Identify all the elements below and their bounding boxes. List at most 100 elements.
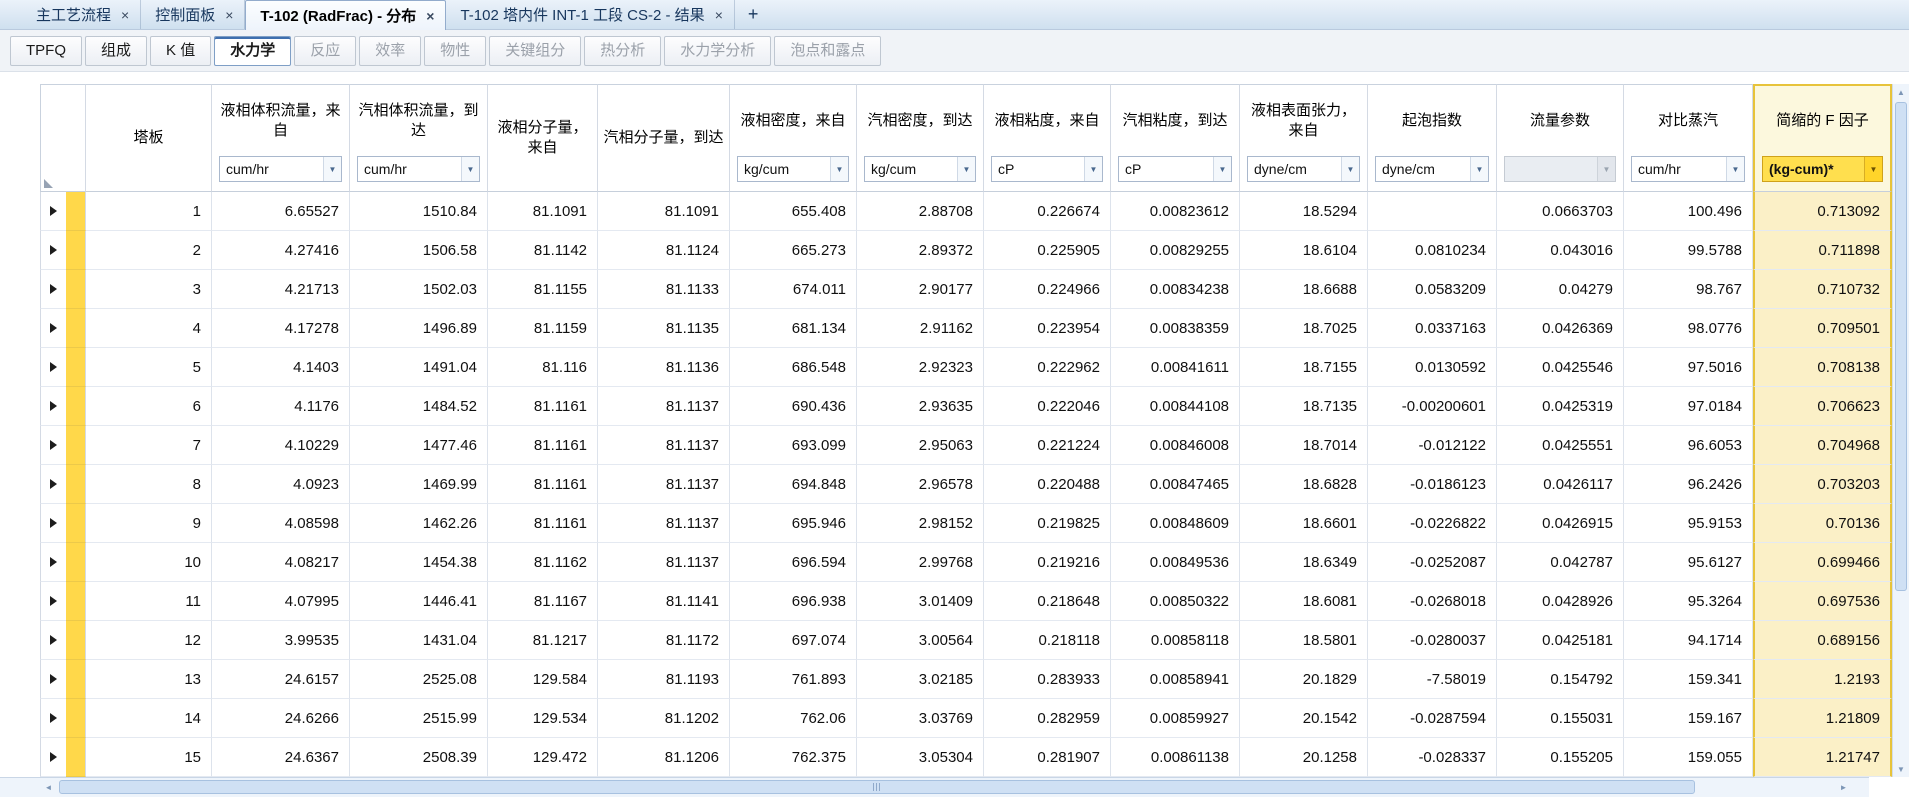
unit-combobox-vap_vol_flow[interactable]: cum/hr ▼: [357, 156, 480, 182]
cell-liq_mw[interactable]: 81.1155: [488, 270, 598, 309]
horizontal-scroll-track[interactable]: [57, 778, 1835, 797]
column-header-liq_density[interactable]: 液相密度，来自 kg/cum ▼: [730, 84, 857, 192]
cell-liq_vol_flow[interactable]: 4.17278: [212, 309, 350, 348]
cell-liq_density[interactable]: 690.436: [730, 387, 857, 426]
cell-surface_tension[interactable]: 18.6688: [1240, 270, 1368, 309]
column-header-surface_tension[interactable]: 液相表面张力，来自 dyne/cm ▼: [1240, 84, 1368, 192]
cell-liq_density[interactable]: 762.375: [730, 738, 857, 777]
row-selector[interactable]: [40, 387, 66, 426]
cell-surface_tension[interactable]: 18.6349: [1240, 543, 1368, 582]
cell-vap_vol_flow[interactable]: 1446.41: [350, 582, 488, 621]
cell-liq_visc[interactable]: 0.283933: [984, 660, 1111, 699]
row-selector[interactable]: [40, 699, 66, 738]
cell-vap_mw[interactable]: 81.1137: [598, 543, 730, 582]
column-header-foaming_index[interactable]: 起泡指数 dyne/cm ▼: [1368, 84, 1497, 192]
cell-liq_density[interactable]: 686.548: [730, 348, 857, 387]
cell-liq_vol_flow[interactable]: 4.07995: [212, 582, 350, 621]
cell-reduced_f_factor[interactable]: 1.2193: [1753, 660, 1892, 699]
cell-liq_visc[interactable]: 0.218118: [984, 621, 1111, 660]
cell-flow_param[interactable]: 0.0428926: [1497, 582, 1624, 621]
cell-vap_visc[interactable]: 0.00858941: [1111, 660, 1240, 699]
cell-stage[interactable]: 15: [86, 738, 212, 777]
document-tab-4[interactable]: T-102 塔内件 INT-1 工段 CS-2 - 结果 ×: [446, 0, 735, 29]
cell-vap_density[interactable]: 2.96578: [857, 465, 984, 504]
cell-liq_mw[interactable]: 81.1161: [488, 387, 598, 426]
cell-reduced_f_factor[interactable]: 1.21809: [1753, 699, 1892, 738]
close-tab-icon[interactable]: ×: [425, 9, 435, 23]
cell-vap_visc[interactable]: 0.00850322: [1111, 582, 1240, 621]
cell-liq_vol_flow[interactable]: 4.1176: [212, 387, 350, 426]
unit-combobox-vap_visc[interactable]: cP ▼: [1118, 156, 1232, 182]
cell-liq_vol_flow[interactable]: 4.10229: [212, 426, 350, 465]
form-tab-组成[interactable]: 组成: [85, 35, 148, 66]
cell-foaming_index[interactable]: -0.028337: [1368, 738, 1497, 777]
cell-stage[interactable]: 11: [86, 582, 212, 621]
cell-surface_tension[interactable]: 18.6601: [1240, 504, 1368, 543]
cell-stage[interactable]: 4: [86, 309, 212, 348]
cell-vap_density[interactable]: 3.01409: [857, 582, 984, 621]
cell-vap_vol_flow[interactable]: 1491.04: [350, 348, 488, 387]
cell-vap_visc[interactable]: 0.00844108: [1111, 387, 1240, 426]
cell-reduced_vapor[interactable]: 159.167: [1624, 699, 1753, 738]
row-selector[interactable]: [40, 738, 66, 777]
cell-liq_mw[interactable]: 81.1142: [488, 231, 598, 270]
cell-vap_mw[interactable]: 81.1141: [598, 582, 730, 621]
cell-vap_visc[interactable]: 0.00829255: [1111, 231, 1240, 270]
cell-liq_vol_flow[interactable]: 24.6266: [212, 699, 350, 738]
column-header-flow_param[interactable]: 流量参数 ▼: [1497, 84, 1624, 192]
cell-liq_mw[interactable]: 81.1159: [488, 309, 598, 348]
cell-vap_density[interactable]: 3.03769: [857, 699, 984, 738]
document-tab-2[interactable]: 控制面板 ×: [141, 0, 246, 29]
cell-vap_density[interactable]: 3.00564: [857, 621, 984, 660]
cell-stage[interactable]: 2: [86, 231, 212, 270]
cell-flow_param[interactable]: 0.155205: [1497, 738, 1624, 777]
cell-vap_mw[interactable]: 81.1137: [598, 504, 730, 543]
cell-liq_visc[interactable]: 0.225905: [984, 231, 1111, 270]
cell-vap_visc[interactable]: 0.00847465: [1111, 465, 1240, 504]
cell-liq_vol_flow[interactable]: 4.08217: [212, 543, 350, 582]
row-selector[interactable]: [40, 621, 66, 660]
cell-liq_density[interactable]: 696.938: [730, 582, 857, 621]
cell-vap_mw[interactable]: 81.1137: [598, 426, 730, 465]
cell-vap_visc[interactable]: 0.00823612: [1111, 192, 1240, 231]
cell-vap_density[interactable]: 2.93635: [857, 387, 984, 426]
cell-foaming_index[interactable]: -0.0252087: [1368, 543, 1497, 582]
cell-reduced_vapor[interactable]: 98.767: [1624, 270, 1753, 309]
cell-liq_mw[interactable]: 81.1217: [488, 621, 598, 660]
document-tab-1[interactable]: 主工艺流程 ×: [22, 0, 142, 29]
cell-liq_density[interactable]: 665.273: [730, 231, 857, 270]
cell-liq_mw[interactable]: 129.534: [488, 699, 598, 738]
cell-vap_visc[interactable]: 0.00838359: [1111, 309, 1240, 348]
cell-vap_density[interactable]: 2.99768: [857, 543, 984, 582]
cell-surface_tension[interactable]: 18.7014: [1240, 426, 1368, 465]
cell-reduced_f_factor[interactable]: 0.70136: [1753, 504, 1892, 543]
cell-liq_density[interactable]: 694.848: [730, 465, 857, 504]
row-selector[interactable]: [40, 582, 66, 621]
scroll-left-button[interactable]: ◄: [40, 778, 57, 797]
cell-vap_mw[interactable]: 81.1193: [598, 660, 730, 699]
cell-foaming_index[interactable]: [1368, 192, 1497, 231]
cell-vap_visc[interactable]: 0.00861138: [1111, 738, 1240, 777]
cell-stage[interactable]: 14: [86, 699, 212, 738]
cell-surface_tension[interactable]: 18.6828: [1240, 465, 1368, 504]
cell-liq_mw[interactable]: 129.584: [488, 660, 598, 699]
unit-combobox-liq_vol_flow[interactable]: cum/hr ▼: [219, 156, 342, 182]
cell-surface_tension[interactable]: 20.1542: [1240, 699, 1368, 738]
cell-foaming_index[interactable]: -0.0268018: [1368, 582, 1497, 621]
cell-flow_param[interactable]: 0.0426117: [1497, 465, 1624, 504]
cell-liq_vol_flow[interactable]: 4.27416: [212, 231, 350, 270]
cell-liq_visc[interactable]: 0.222962: [984, 348, 1111, 387]
cell-liq_visc[interactable]: 0.281907: [984, 738, 1111, 777]
cell-vap_vol_flow[interactable]: 1496.89: [350, 309, 488, 348]
cell-foaming_index[interactable]: -0.0280037: [1368, 621, 1497, 660]
cell-surface_tension[interactable]: 20.1829: [1240, 660, 1368, 699]
cell-flow_param[interactable]: 0.155031: [1497, 699, 1624, 738]
cell-vap_mw[interactable]: 81.1091: [598, 192, 730, 231]
cell-stage[interactable]: 5: [86, 348, 212, 387]
cell-liq_mw[interactable]: 81.1161: [488, 465, 598, 504]
row-selector[interactable]: [40, 543, 66, 582]
cell-liq_vol_flow[interactable]: 6.65527: [212, 192, 350, 231]
cell-flow_param[interactable]: 0.0425546: [1497, 348, 1624, 387]
column-header-liq_vol_flow[interactable]: 液相体积流量，来自 cum/hr ▼: [212, 84, 350, 192]
cell-reduced_f_factor[interactable]: 0.713092: [1753, 192, 1892, 231]
